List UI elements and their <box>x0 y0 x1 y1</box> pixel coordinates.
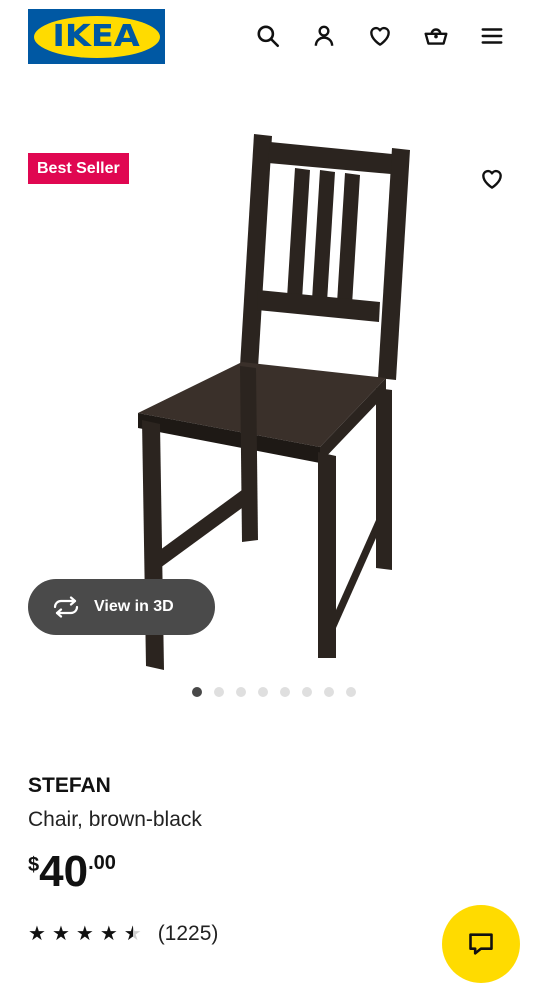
add-to-favourites-icon[interactable] <box>476 163 508 195</box>
ikea-logo[interactable]: IKEA <box>28 9 165 64</box>
price-integer: 40 <box>39 847 89 896</box>
price-decimal: .00 <box>88 852 116 874</box>
pagination-dot[interactable] <box>346 687 356 697</box>
price-currency: $ <box>28 854 40 876</box>
logo-oval: IKEA <box>33 15 160 58</box>
star-icon: ★ <box>75 923 94 945</box>
rating-stars: ★ ★ ★ ★ ★ <box>28 922 142 946</box>
top-header: IKEA <box>0 0 548 80</box>
pagination-dot[interactable] <box>280 687 290 697</box>
product-price: $ 40 .00 <box>28 846 116 898</box>
logo-text: IKEA <box>52 19 141 54</box>
review-count: (1225) <box>157 922 219 945</box>
star-icon: ★ <box>51 923 70 945</box>
best-seller-badge: Best Seller <box>28 153 129 184</box>
rotate-3d-icon <box>53 596 79 618</box>
pagination-dot[interactable] <box>258 687 268 697</box>
product-name[interactable]: STEFAN <box>28 774 111 798</box>
star-icon: ★ <box>99 923 118 945</box>
product-rating[interactable]: ★ ★ ★ ★ ★ (1225) <box>28 922 218 946</box>
star-icon: ★ <box>28 923 46 945</box>
pagination-dot[interactable] <box>302 687 312 697</box>
user-icon[interactable] <box>308 20 340 52</box>
pagination-dot[interactable] <box>214 687 224 697</box>
chat-button[interactable] <box>442 905 520 983</box>
view-in-3d-label: View in 3D <box>94 598 174 615</box>
pagination-dot[interactable] <box>236 687 246 697</box>
basket-icon[interactable] <box>420 20 452 52</box>
view-in-3d-button[interactable]: View in 3D <box>28 579 215 635</box>
heart-icon[interactable] <box>364 20 396 52</box>
search-icon[interactable] <box>252 20 284 52</box>
product-description: Chair, brown-black <box>28 808 202 831</box>
pagination-dot[interactable] <box>324 687 334 697</box>
chat-icon <box>469 933 493 955</box>
gallery-pagination <box>0 687 548 697</box>
star-icon: ★ <box>123 923 142 945</box>
menu-icon[interactable] <box>476 20 508 52</box>
pagination-dot[interactable] <box>192 687 202 697</box>
